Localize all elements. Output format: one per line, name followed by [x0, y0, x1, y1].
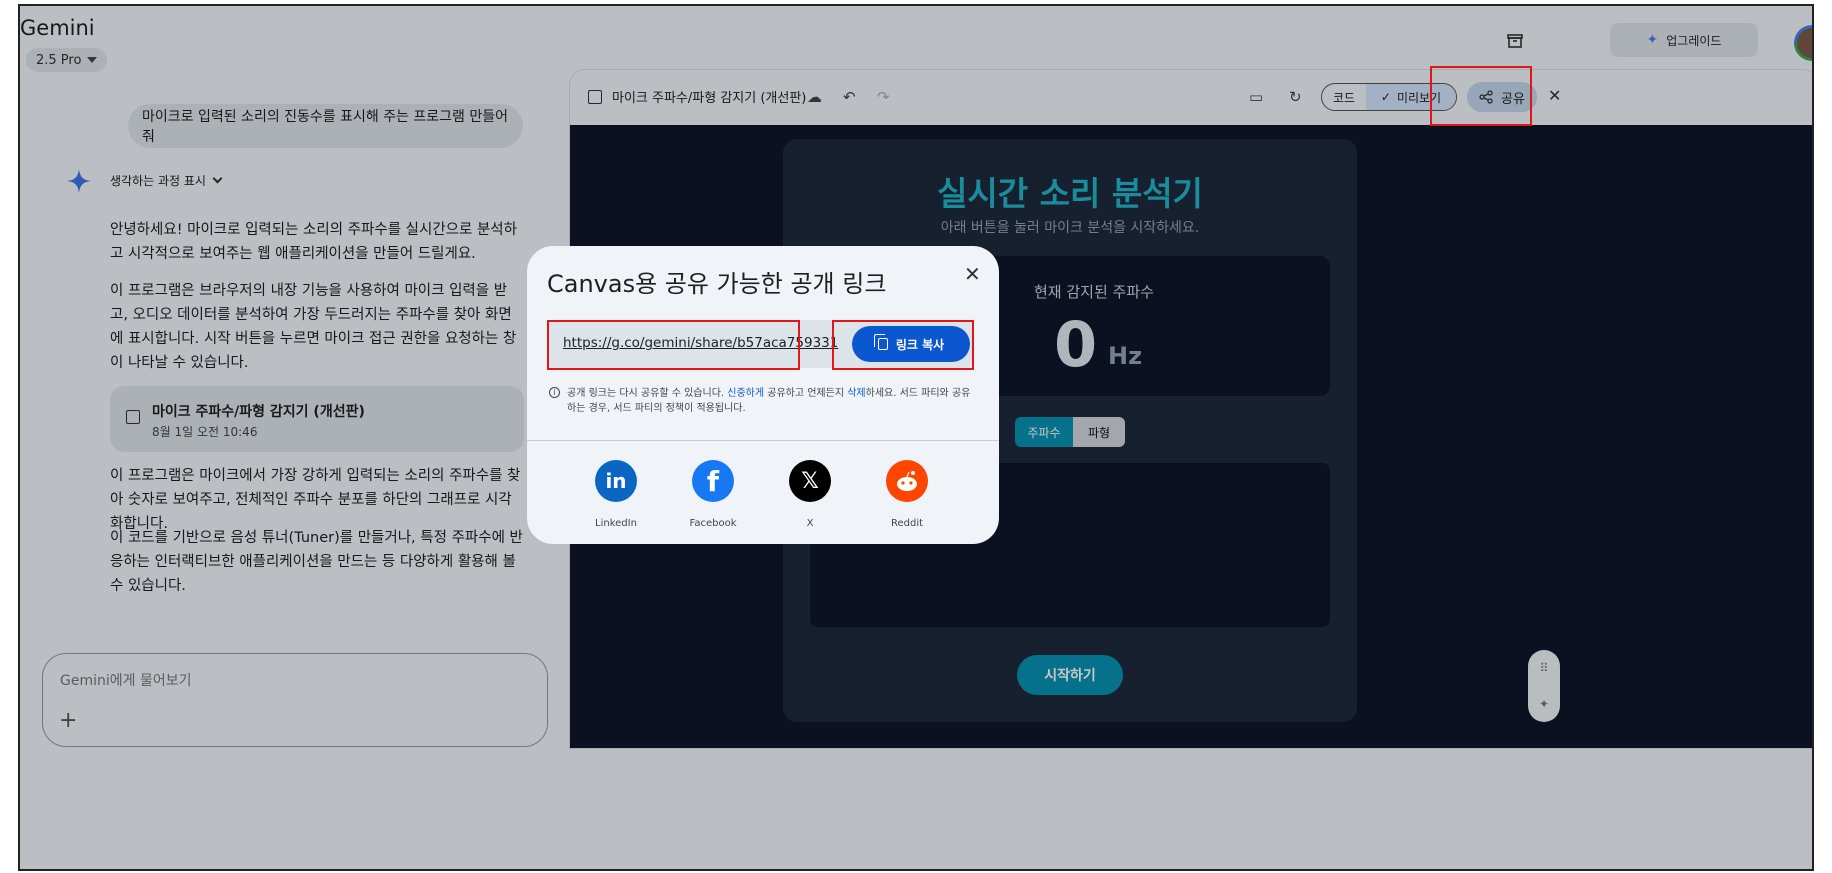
annotation-share-highlight	[1430, 66, 1532, 126]
facebook-icon: f	[692, 460, 734, 502]
notice-text: 공유하고 언제든지	[764, 388, 848, 399]
share-notice: i 공개 링크는 다시 공유할 수 있습니다. 신중하게 공유하고 언제든지 삭…	[549, 386, 979, 416]
social-label: LinkedIn	[595, 518, 637, 529]
share-dialog: Canvas용 공유 가능한 공개 링크 ✕ https://g.co/gemi…	[527, 246, 999, 544]
linkedin-icon: in	[595, 460, 637, 502]
reddit-icon	[886, 460, 928, 502]
info-icon: i	[549, 387, 560, 398]
share-linkedin[interactable]: in LinkedIn	[595, 460, 637, 529]
share-x[interactable]: 𝕏 X	[789, 460, 831, 529]
divider	[527, 440, 999, 441]
app-window: Gemini 2.5 Pro ✦ 업그레이드 마이크로 입력된 소리의 진동수를…	[18, 4, 1814, 871]
social-label: Facebook	[689, 518, 737, 529]
annotation-copy-highlight	[832, 320, 974, 370]
share-reddit[interactable]: Reddit	[886, 460, 928, 529]
careful-link[interactable]: 신중하게	[727, 388, 764, 399]
delete-link[interactable]: 삭제	[847, 388, 865, 399]
close-icon[interactable]: ✕	[964, 262, 981, 286]
x-icon: 𝕏	[789, 460, 831, 502]
share-facebook[interactable]: f Facebook	[689, 460, 737, 529]
social-label: X	[806, 518, 814, 529]
dialog-title: Canvas용 공유 가능한 공개 링크	[547, 270, 887, 298]
social-share-row: in LinkedIn f Facebook 𝕏 X Reddit	[595, 460, 928, 529]
social-label: Reddit	[890, 518, 924, 529]
annotation-link-highlight	[547, 320, 800, 370]
notice-text: 공개 링크는 다시 공유할 수 있습니다.	[567, 388, 728, 399]
